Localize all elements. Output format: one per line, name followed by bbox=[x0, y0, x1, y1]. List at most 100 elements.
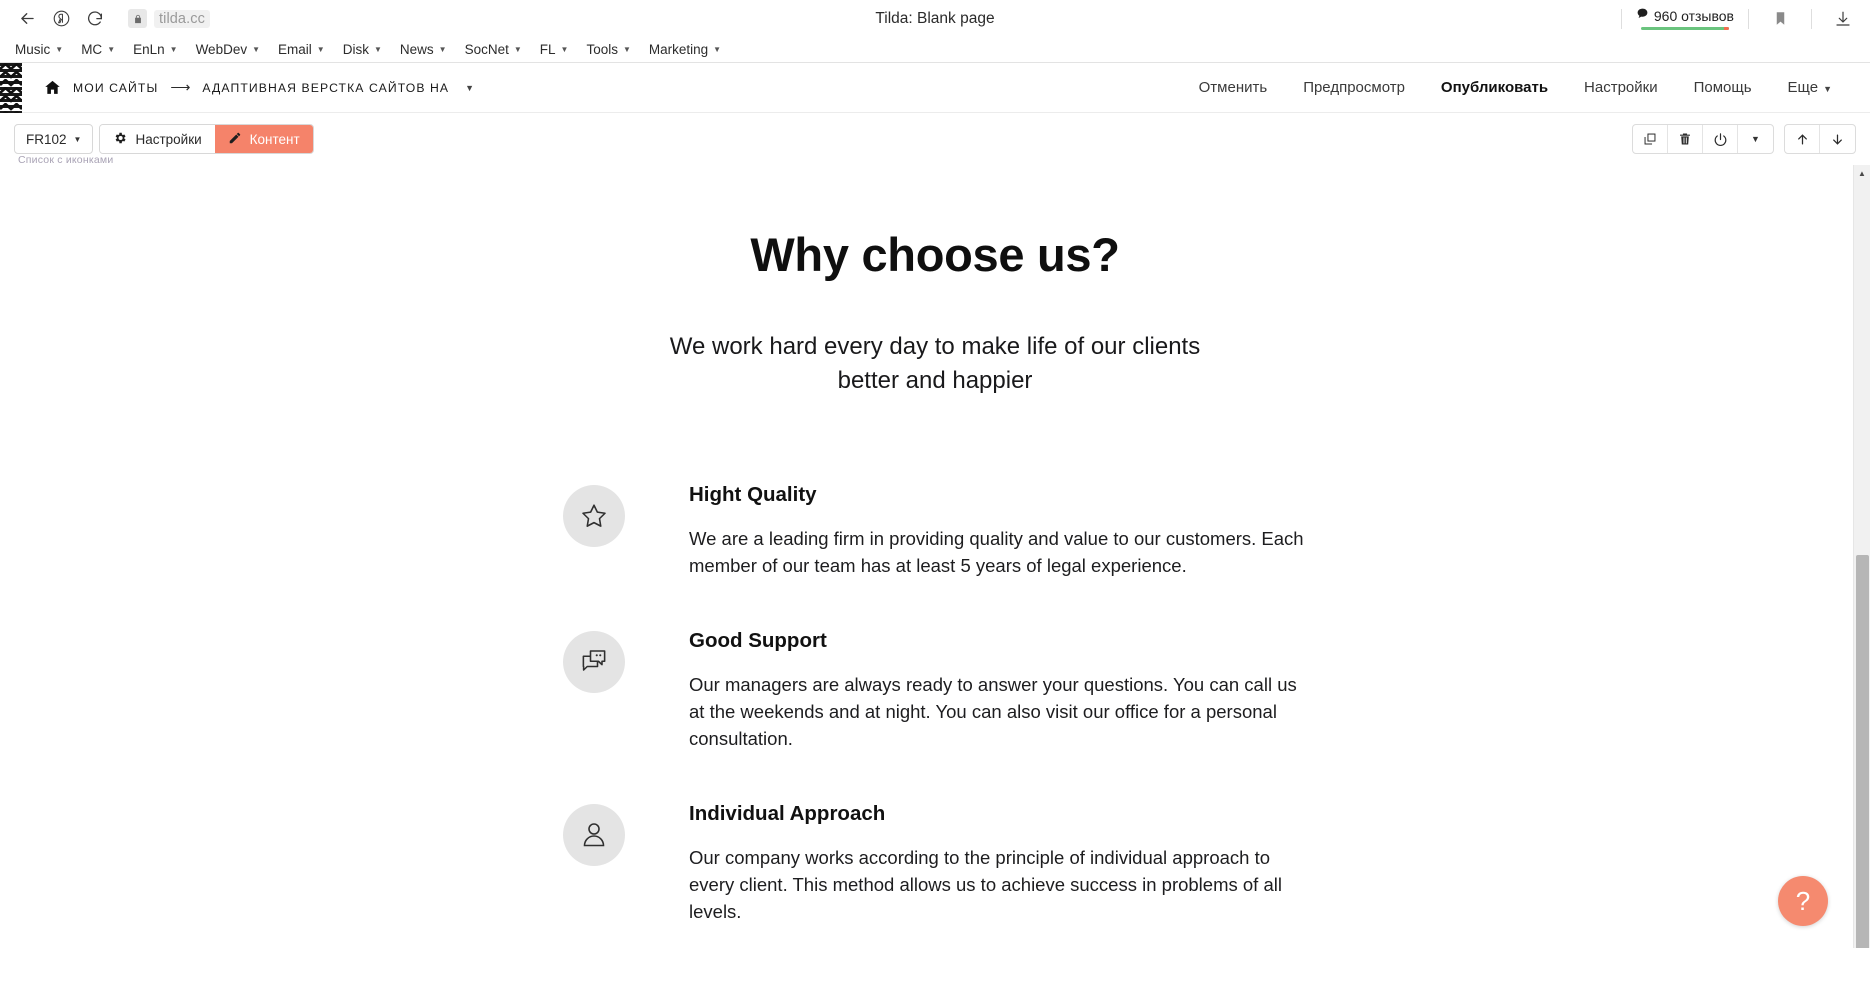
page-scrollbar[interactable]: ▲ bbox=[1853, 165, 1870, 948]
bookmark-folder-enln[interactable]: EnLn ▼ bbox=[124, 40, 186, 59]
bookmark-label: WebDev bbox=[195, 42, 248, 57]
block-id-selector[interactable]: FR102 ▼ bbox=[14, 124, 94, 154]
bookmark-label: Disk bbox=[342, 42, 369, 57]
breadcrumb-current[interactable]: АДАПТИВНАЯ ВЕРСТКА САЙТОВ НА bbox=[202, 81, 449, 95]
feature-body: Good Support Our managers are always rea… bbox=[689, 627, 1315, 752]
feature-body: Individual Approach Our company works ac… bbox=[689, 800, 1315, 925]
reviews-widget[interactable]: 960 отзывов bbox=[1636, 7, 1734, 31]
block-content-tab[interactable]: Контент bbox=[214, 125, 313, 153]
bookmark-folder-marketing[interactable]: Marketing ▼ bbox=[640, 40, 730, 59]
feature-title[interactable]: Good Support bbox=[689, 629, 1315, 653]
bookmark-label: FL bbox=[539, 42, 556, 57]
chevron-down-icon[interactable]: ▼ bbox=[1738, 125, 1773, 153]
nav-help[interactable]: Помощь bbox=[1676, 73, 1770, 102]
breadcrumb: МОИ САЙТЫ ⟶ АДАПТИВНАЯ ВЕРСТКА САЙТОВ НА… bbox=[44, 79, 474, 96]
help-button[interactable]: ? bbox=[1778, 876, 1828, 926]
nav-more[interactable]: Еще ▼ bbox=[1770, 73, 1850, 102]
chevron-down-icon: ▼ bbox=[252, 44, 261, 54]
back-arrow-icon[interactable] bbox=[10, 4, 44, 34]
page-canvas: Why choose us? We work hard every day to… bbox=[0, 165, 1870, 948]
zigzag-pattern-logo bbox=[0, 62, 22, 113]
address-bar[interactable]: tilda.cc bbox=[120, 6, 220, 32]
home-icon[interactable] bbox=[44, 79, 61, 96]
chevron-down-icon[interactable]: ▼ bbox=[465, 83, 474, 93]
block-id-label: FR102 bbox=[26, 131, 67, 147]
list-item[interactable]: Hight Quality We are a leading firm in p… bbox=[563, 481, 1315, 579]
yandex-profile-icon[interactable] bbox=[44, 4, 78, 34]
chevron-down-icon: ▼ bbox=[513, 44, 522, 54]
chevron-down-icon: ▼ bbox=[55, 44, 64, 54]
block-move-group bbox=[1784, 124, 1856, 154]
bookmark-folder-socnet[interactable]: SocNet ▼ bbox=[456, 40, 531, 59]
chevron-down-icon: ▼ bbox=[373, 44, 382, 54]
hero-subtitle[interactable]: We work hard every day to make life of o… bbox=[0, 330, 1870, 399]
bookmark-folder-music[interactable]: Music ▼ bbox=[6, 40, 72, 59]
divider bbox=[1748, 8, 1749, 29]
tilda-header: МОИ САЙТЫ ⟶ АДАПТИВНАЯ ВЕРСТКА САЙТОВ НА… bbox=[0, 62, 1870, 113]
reviews-count: 960 отзывов bbox=[1653, 7, 1734, 24]
block-content-label: Контент bbox=[249, 131, 300, 147]
list-item[interactable]: Individual Approach Our company works ac… bbox=[563, 800, 1315, 925]
bookmark-label: MC bbox=[81, 42, 103, 57]
feature-text[interactable]: Our managers are always ready to answer … bbox=[689, 671, 1315, 752]
bookmark-label: Marketing bbox=[648, 42, 709, 57]
user-icon bbox=[563, 803, 625, 866]
bookmark-folder-tools[interactable]: Tools ▼ bbox=[577, 40, 639, 59]
chevron-down-icon: ▼ bbox=[107, 44, 116, 54]
bookmark-folder-email[interactable]: Email ▼ bbox=[269, 40, 334, 59]
bookmark-folder-webdev[interactable]: WebDev ▼ bbox=[187, 40, 269, 59]
bookmark-label: SocNet bbox=[464, 42, 509, 57]
hero-section: Why choose us? We work hard every day to… bbox=[0, 165, 1870, 399]
power-icon[interactable] bbox=[1703, 125, 1738, 153]
arrow-up-icon[interactable] bbox=[1785, 125, 1820, 153]
bookmark-folder-fl[interactable]: FL ▼ bbox=[531, 40, 578, 59]
chevron-down-icon: ▼ bbox=[73, 134, 82, 144]
scroll-up-icon[interactable]: ▲ bbox=[1854, 165, 1870, 182]
page-title: Tilda: Blank page bbox=[875, 9, 995, 27]
bookmark-folder-disk[interactable]: Disk ▼ bbox=[334, 40, 391, 59]
feature-text[interactable]: We are a leading firm in providing quali… bbox=[689, 525, 1315, 579]
star-icon bbox=[563, 484, 625, 547]
download-icon[interactable] bbox=[1826, 4, 1860, 34]
nav-settings[interactable]: Настройки bbox=[1566, 73, 1676, 102]
reload-icon[interactable] bbox=[78, 4, 112, 34]
block-actions: ▼ bbox=[1632, 124, 1856, 154]
duplicate-icon[interactable] bbox=[1633, 125, 1668, 153]
tilda-nav: Отменить Предпросмотр Опубликовать Настр… bbox=[1181, 73, 1870, 102]
gear-icon bbox=[113, 131, 127, 148]
chevron-down-icon: ▼ bbox=[1823, 84, 1832, 94]
browser-toolbar: tilda.cc Tilda: Blank page 960 отзывов bbox=[0, 0, 1870, 37]
rating-bar bbox=[1640, 26, 1729, 31]
nav-undo[interactable]: Отменить bbox=[1181, 73, 1286, 102]
feature-title[interactable]: Individual Approach bbox=[689, 802, 1315, 826]
bookmark-label: Email bbox=[278, 42, 312, 57]
lock-icon bbox=[128, 9, 147, 28]
bookmarks-bar: Music ▼ MC ▼ EnLn ▼ WebDev ▼ Email ▼ Disk ▼ Ne… bbox=[0, 37, 1870, 63]
feature-title[interactable]: Hight Quality bbox=[689, 483, 1315, 507]
chevron-down-icon: ▼ bbox=[316, 44, 325, 54]
feature-text[interactable]: Our company works according to the princ… bbox=[689, 844, 1315, 925]
block-mode-switch: Настройки Контент bbox=[99, 124, 314, 154]
hero-title[interactable]: Why choose us? bbox=[0, 227, 1870, 282]
block-settings-tab[interactable]: Настройки bbox=[100, 125, 215, 153]
breadcrumb-arrow-icon: ⟶ bbox=[170, 79, 191, 95]
scrollbar-thumb[interactable] bbox=[1856, 555, 1869, 948]
arrow-down-icon[interactable] bbox=[1820, 125, 1855, 153]
nav-publish[interactable]: Опубликовать bbox=[1423, 73, 1566, 102]
chevron-down-icon: ▼ bbox=[713, 44, 722, 54]
bookmark-folder-mc[interactable]: MC ▼ bbox=[72, 40, 124, 59]
speech-bubble-icon bbox=[1636, 7, 1649, 25]
bookmark-label: News bbox=[399, 42, 434, 57]
nav-more-label: Еще bbox=[1787, 79, 1819, 96]
list-item[interactable]: Good Support Our managers are always rea… bbox=[563, 627, 1315, 752]
block-action-group: ▼ bbox=[1632, 124, 1774, 154]
breadcrumb-root[interactable]: МОИ САЙТЫ bbox=[73, 81, 158, 95]
chevron-down-icon: ▼ bbox=[169, 44, 178, 54]
browser-chrome: tilda.cc Tilda: Blank page 960 отзывов M… bbox=[0, 0, 1870, 63]
bookmark-folder-news[interactable]: News ▼ bbox=[391, 40, 456, 59]
nav-preview[interactable]: Предпросмотр bbox=[1285, 73, 1423, 102]
trash-icon[interactable] bbox=[1668, 125, 1703, 153]
url-text: tilda.cc bbox=[154, 9, 210, 28]
bookmark-icon[interactable] bbox=[1763, 4, 1797, 34]
chat-bubbles-icon bbox=[563, 630, 625, 693]
